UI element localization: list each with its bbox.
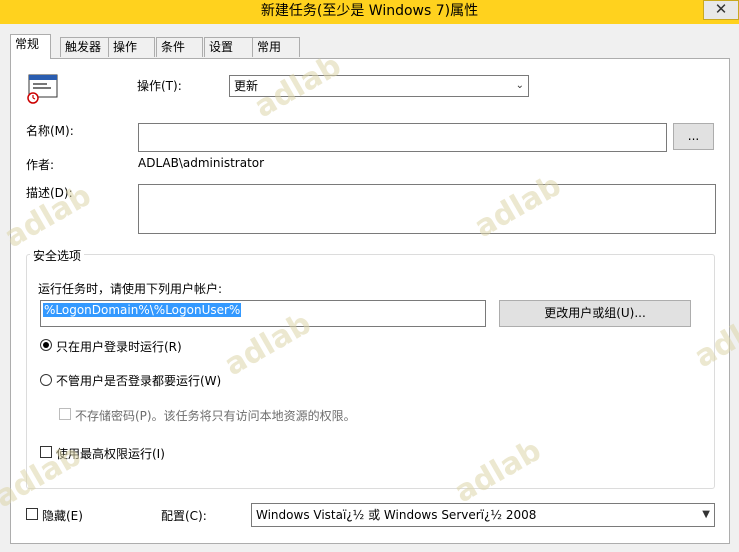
run-as-label: 运行任务时，请使用下列用户帐户: <box>38 282 223 296</box>
author-value: ADLAB\administrator <box>138 156 265 170</box>
tab-common[interactable]: 常用 <box>252 37 300 57</box>
run-whether-label: 不管用户是否登录都要运行(W) <box>56 374 222 388</box>
user-account-value: %LogonDomain%\%LogonUser% <box>43 303 242 317</box>
configure-label: 配置(C): <box>161 509 207 523</box>
watermark: adlab <box>248 47 348 126</box>
tab-general[interactable]: 常规 <box>10 34 51 59</box>
browse-button[interactable]: ... <box>673 123 714 150</box>
run-logged-on-radio[interactable] <box>40 339 52 351</box>
no-store-password-label: 不存储密码(P)。该任务将只有访问本地资源的权限。 <box>75 409 356 423</box>
tab-triggers[interactable]: 触发器 <box>60 37 109 57</box>
task-window-icon <box>27 74 59 104</box>
close-icon: ✕ <box>714 0 728 18</box>
dropdown-arrow-icon: ⌄ <box>515 80 524 91</box>
hidden-label: 隐藏(E) <box>42 509 83 523</box>
security-options-title: 安全选项 <box>30 247 85 264</box>
configure-value: Windows Vistaï¿½ 或 Windows Serverï¿½ 200… <box>256 508 537 522</box>
tab-label: 操作 <box>113 40 138 54</box>
author-label: 作者: <box>26 158 55 172</box>
configure-select[interactable]: Windows Vistaï¿½ 或 Windows Serverï¿½ 200… <box>251 503 715 527</box>
close-button[interactable]: ✕ <box>703 0 739 20</box>
title-bar: 新建任务(至少是 Windows 7)属性 ✕ <box>0 0 739 24</box>
tab-settings[interactable]: 设置 <box>204 37 253 57</box>
description-field[interactable] <box>138 184 716 234</box>
browse-label: ... <box>687 129 700 143</box>
action-label: 操作(T): <box>137 79 182 93</box>
dropdown-arrow-icon: ▼ <box>702 509 710 520</box>
run-logged-on-label: 只在用户登录时运行(R) <box>56 340 182 354</box>
name-field[interactable] <box>138 123 667 152</box>
hidden-checkbox[interactable] <box>26 508 38 520</box>
change-user-button[interactable]: 更改用户或组(U)... <box>499 300 691 327</box>
name-label: 名称(M): <box>26 124 74 138</box>
window-title: 新建任务(至少是 Windows 7)属性 <box>260 3 479 19</box>
tab-label: 设置 <box>209 40 234 54</box>
tab-conditions[interactable]: 条件 <box>156 37 203 57</box>
no-store-password-checkbox[interactable] <box>59 408 71 420</box>
tab-label: 常用 <box>257 40 282 54</box>
tab-label: 触发器 <box>65 40 102 54</box>
run-whether-radio[interactable] <box>40 374 52 386</box>
tab-label: 条件 <box>161 40 186 54</box>
general-panel: 操作(T): 更新 ⌄ 名称(M): ... 作者: ADLAB\adminis… <box>0 48 739 544</box>
change-user-label: 更改用户或组(U)... <box>544 306 646 320</box>
user-account-field[interactable]: %LogonDomain%\%LogonUser% <box>40 300 486 327</box>
tab-label: 常规 <box>15 37 40 51</box>
tab-actions[interactable]: 操作 <box>108 37 155 57</box>
